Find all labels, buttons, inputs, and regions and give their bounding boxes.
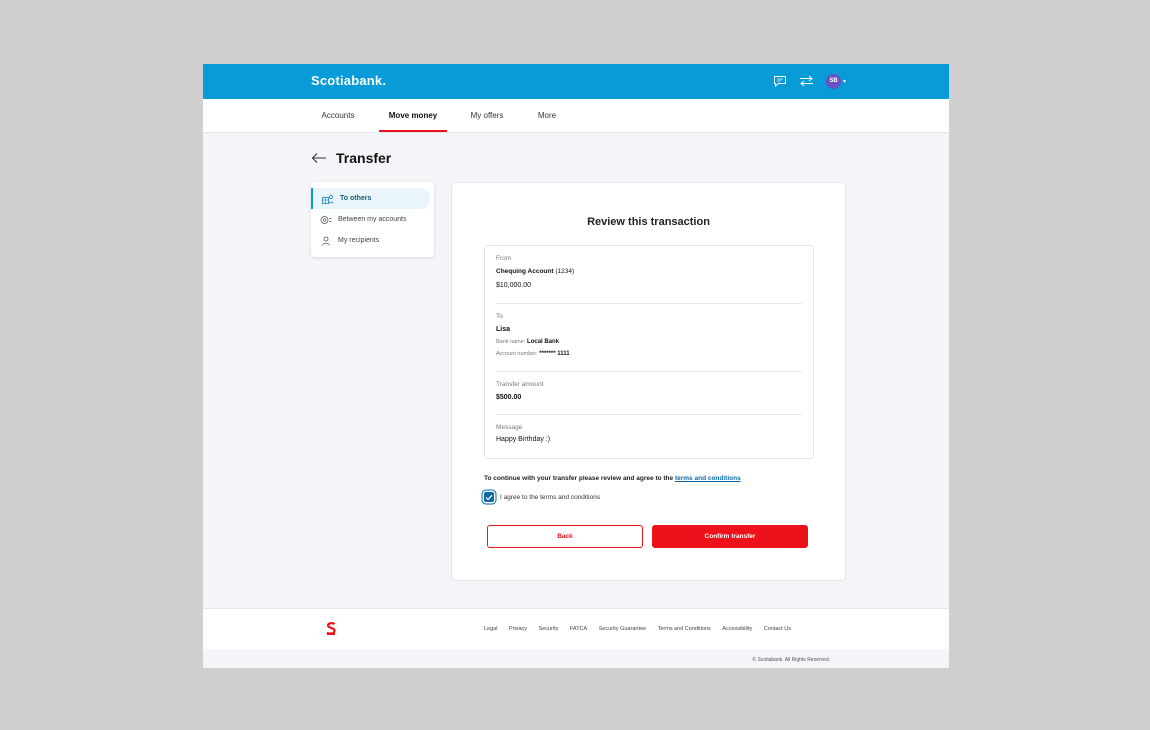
back-arrow-icon[interactable] — [311, 151, 327, 163]
side-item-label: My recipients — [338, 237, 380, 244]
app-frame: Scotiabank. SB ▾ Accounts Move money My … — [203, 64, 949, 668]
amount-label: Transfer amount — [496, 381, 544, 388]
side-item-label: Between my accounts — [338, 216, 407, 223]
amount-value: $500.00 — [496, 394, 522, 401]
confirm-transfer-button[interactable]: Confirm transfer — [652, 525, 808, 548]
footer-links: Legal Privacy Security FATCA Security Gu… — [484, 626, 802, 632]
from-account-name: Chequing Account — [496, 268, 554, 275]
back-button[interactable]: Back — [487, 525, 643, 548]
account-number-value: ******* 1111 — [539, 351, 570, 357]
from-account: Chequing Account (1234) — [496, 268, 574, 275]
from-label: From — [496, 255, 512, 262]
footer-link-security[interactable]: Security — [539, 626, 559, 632]
from-account-number: (1234) — [555, 268, 575, 275]
avatar[interactable]: SB — [825, 73, 841, 89]
to-label: To — [496, 313, 503, 320]
avatar-initials: SB — [829, 78, 838, 84]
message-value: Happy Birthday :) — [496, 436, 551, 443]
person-icon — [320, 236, 332, 246]
terms-notice-text: To continue with your transfer please re… — [484, 475, 674, 482]
account-number-label: Account number: — [496, 351, 538, 357]
tab-accounts[interactable]: Accounts — [311, 99, 365, 132]
main-nav: Accounts Move money My offers More — [203, 99, 949, 133]
side-menu: To others Between my accounts My recipie… — [311, 182, 434, 257]
tab-my-offers[interactable]: My offers — [463, 99, 511, 132]
side-item-label: To others — [340, 195, 372, 202]
transfer-arrows-icon[interactable] — [799, 73, 815, 89]
footer-link-fatca[interactable]: FATCA — [570, 626, 587, 632]
terms-link[interactable]: terms and conditions — [675, 475, 741, 482]
to-name: Lisa — [496, 326, 511, 333]
divider — [496, 371, 802, 372]
message-label: Message — [496, 424, 523, 431]
to-bank: Bank name: Local Bank — [496, 339, 559, 345]
side-item-between-my-accounts[interactable]: Between my accounts — [311, 209, 434, 230]
agree-checkbox[interactable] — [484, 492, 494, 502]
footer: Legal Privacy Security FATCA Security Gu… — [203, 608, 949, 649]
top-icons: SB ▾ — [761, 73, 846, 89]
page-title: Transfer — [336, 150, 392, 166]
chat-icon[interactable] — [772, 73, 788, 89]
divider — [496, 303, 802, 304]
scotiabank-logo[interactable]: Scotiabank. — [311, 73, 386, 88]
footer-link-legal[interactable]: Legal — [484, 626, 497, 632]
divider — [496, 414, 802, 415]
footer-link-terms[interactable]: Terms and Conditions — [658, 626, 711, 632]
top-bar: Scotiabank. SB ▾ — [203, 64, 949, 99]
footer-link-contact[interactable]: Contact Us — [764, 626, 791, 632]
tab-move-money[interactable]: Move money — [379, 99, 447, 132]
chevron-down-icon[interactable]: ▾ — [843, 78, 846, 85]
terms-notice: To continue with your transfer please re… — [484, 475, 741, 482]
accounts-transfer-icon — [320, 215, 332, 225]
footer-link-privacy[interactable]: Privacy — [509, 626, 527, 632]
scotiabank-s-logo-icon[interactable] — [326, 622, 336, 640]
bank-name-label: Bank name: — [496, 339, 526, 345]
from-balance: $10,000.00 — [496, 282, 532, 289]
bank-name-value: Local Bank — [527, 339, 560, 345]
footer-link-security-guarantee[interactable]: Security Guarantee — [599, 626, 646, 632]
gift-person-icon — [322, 194, 334, 204]
tab-more[interactable]: More — [531, 99, 563, 132]
to-account: Account number: ******* 1111 — [496, 351, 570, 357]
copyright: © Scotiabank. All Rights Reserved. — [752, 657, 830, 663]
side-item-my-recipients[interactable]: My recipients — [311, 230, 434, 251]
side-item-to-others[interactable]: To others — [311, 188, 430, 209]
transaction-details: From Chequing Account (1234) $10,000.00 … — [484, 245, 814, 459]
checkmark-icon — [485, 494, 493, 500]
agree-checkbox-label[interactable]: I agree to the terms and conditions — [500, 494, 600, 501]
review-card: Review this transaction From Chequing Ac… — [451, 182, 846, 581]
footer-link-accessibility[interactable]: Accessibility — [722, 626, 752, 632]
review-title: Review this transaction — [587, 216, 710, 228]
